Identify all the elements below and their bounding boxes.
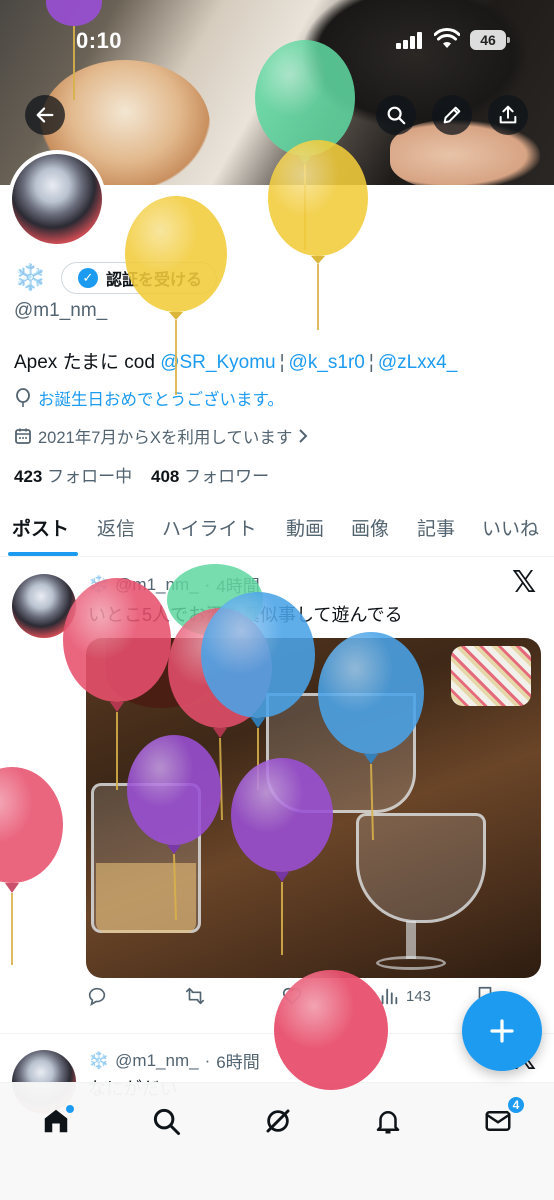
followers-link[interactable]: 408 フォロワー: [151, 467, 269, 486]
balloon-icon: [16, 388, 30, 407]
like-button[interactable]: [281, 985, 303, 1007]
x-logo-icon: 𝕏: [512, 565, 537, 600]
tab-active-indicator: [8, 552, 78, 556]
heart-icon: [282, 987, 302, 1005]
bottom-navigation: 4: [0, 1082, 554, 1200]
edit-button[interactable]: [432, 95, 472, 135]
glass-middle: [266, 693, 416, 813]
tab-highlights[interactable]: ハイライト: [162, 514, 257, 541]
profile-avatar[interactable]: [8, 150, 106, 248]
search-button[interactable]: [376, 95, 416, 135]
bell-icon: [376, 1111, 400, 1134]
nav-home[interactable]: [36, 1101, 76, 1141]
calendar-icon: [15, 428, 31, 444]
repost-icon: [185, 987, 205, 1005]
plus-icon: [490, 1019, 514, 1043]
wifi-icon: [434, 28, 460, 48]
compose-post-button[interactable]: [462, 991, 542, 1071]
profile-handle: @m1_nm_: [14, 300, 108, 321]
share-button[interactable]: [488, 95, 528, 135]
bio-mention-link[interactable]: @k_s1r0: [289, 352, 365, 373]
post-text: いとこ5人でお酒の真似事して遊んでる: [88, 605, 403, 625]
post-dot: ·: [204, 574, 211, 594]
post-avatar[interactable]: [12, 574, 76, 638]
post-time: 6時間: [216, 1053, 260, 1072]
joined-row[interactable]: 2021年7月からXを利用しています: [14, 424, 308, 448]
arrow-left-icon: [36, 107, 54, 123]
views-count: 143: [406, 987, 432, 1005]
birthday-text[interactable]: お誕生日おめでとうございます。: [38, 386, 284, 410]
back-button[interactable]: [25, 95, 65, 135]
post-header: ❄️ @m1_nm_ · 4時間: [88, 572, 260, 597]
verified-check-icon: ✓: [78, 268, 98, 288]
bio-separator: ¦: [368, 352, 374, 373]
bio-separator: ¦: [279, 352, 285, 373]
tab-articles[interactable]: 記事: [417, 514, 455, 541]
search-icon: [387, 106, 406, 125]
post-image[interactable]: [86, 638, 541, 978]
bio-text: Apex たまに cod: [14, 352, 161, 373]
towel-shape: [451, 646, 531, 706]
status-bar: 0:10 46: [0, 0, 554, 70]
views-button[interactable]: 143: [378, 985, 431, 1007]
follow-counts: 423 フォロー中 408 フォロワー: [14, 462, 269, 487]
post-author-handle[interactable]: @m1_nm_: [115, 1051, 198, 1071]
tab-posts[interactable]: ポスト: [12, 514, 69, 541]
following-label: フォロー中: [47, 467, 133, 486]
messages-badge: 4: [506, 1095, 526, 1115]
followers-count: 408: [151, 467, 180, 486]
nav-grok[interactable]: [258, 1101, 298, 1141]
grok-icon: [266, 1109, 290, 1133]
post-author-handle[interactable]: @m1_nm_: [115, 575, 198, 595]
chevron-right-icon: [299, 429, 308, 443]
reply-button[interactable]: [86, 985, 108, 1007]
tab-replies[interactable]: 返信: [97, 514, 135, 541]
status-time: 0:10: [76, 28, 123, 53]
nav-notifications[interactable]: [368, 1101, 408, 1141]
wine-glass-base: [376, 956, 446, 970]
views-bar-chart-icon: [381, 988, 398, 1005]
birthday-row: お誕生日おめでとうございます。: [14, 386, 284, 410]
pencil-icon: [443, 106, 461, 124]
balloon-red-left-edge: [0, 767, 63, 965]
cellular-signal-icon: [396, 31, 426, 49]
bio-mention-link[interactable]: @SR_Kyomu: [160, 352, 275, 373]
followers-label: フォロワー: [184, 467, 270, 486]
post-header: ❄️ @m1_nm_ · 6時間: [88, 1048, 260, 1073]
nav-messages[interactable]: 4: [478, 1095, 526, 1141]
following-count: 423: [14, 467, 43, 486]
tab-images[interactable]: 画像: [351, 514, 389, 541]
avatar-image: [12, 154, 102, 244]
profile-bio: Apex たまに cod @SR_Kyomu ¦ @k_s1r0 ¦ @zLxx4_: [14, 347, 457, 374]
bio-mention-link[interactable]: @zLxx4_: [378, 352, 458, 373]
repost-button[interactable]: [184, 985, 206, 1007]
drink-liquid: [96, 863, 196, 933]
wine-glass-stem: [406, 921, 416, 959]
battery-indicator: 46: [470, 30, 510, 50]
snowflake-emoji: ❄️: [14, 262, 47, 292]
get-verified-button[interactable]: ✓ 認証を受ける: [61, 262, 218, 294]
post-dot: ·: [204, 1050, 211, 1070]
home-notification-dot: [66, 1105, 74, 1113]
share-upload-icon: [499, 105, 517, 124]
tab-likes[interactable]: いいね: [482, 514, 539, 541]
get-verified-label: 認証を受ける: [106, 272, 203, 289]
post-author-emoji: ❄️: [88, 1050, 110, 1070]
bowl-shape: [106, 638, 216, 708]
tab-videos[interactable]: 動画: [286, 514, 324, 541]
reply-bubble-icon: [88, 987, 106, 1006]
joined-text: 2021年7月からXを利用しています: [38, 429, 293, 447]
profile-tabs: ポスト 返信 ハイライト 動画 画像 記事 いいね: [0, 500, 554, 557]
nav-explore[interactable]: [146, 1101, 186, 1141]
search-icon: [153, 1108, 180, 1135]
post-time: 4時間: [216, 577, 260, 596]
following-link[interactable]: 423 フォロー中: [14, 467, 132, 486]
post-author-emoji: ❄️: [88, 574, 110, 594]
wine-glass: [356, 813, 486, 923]
